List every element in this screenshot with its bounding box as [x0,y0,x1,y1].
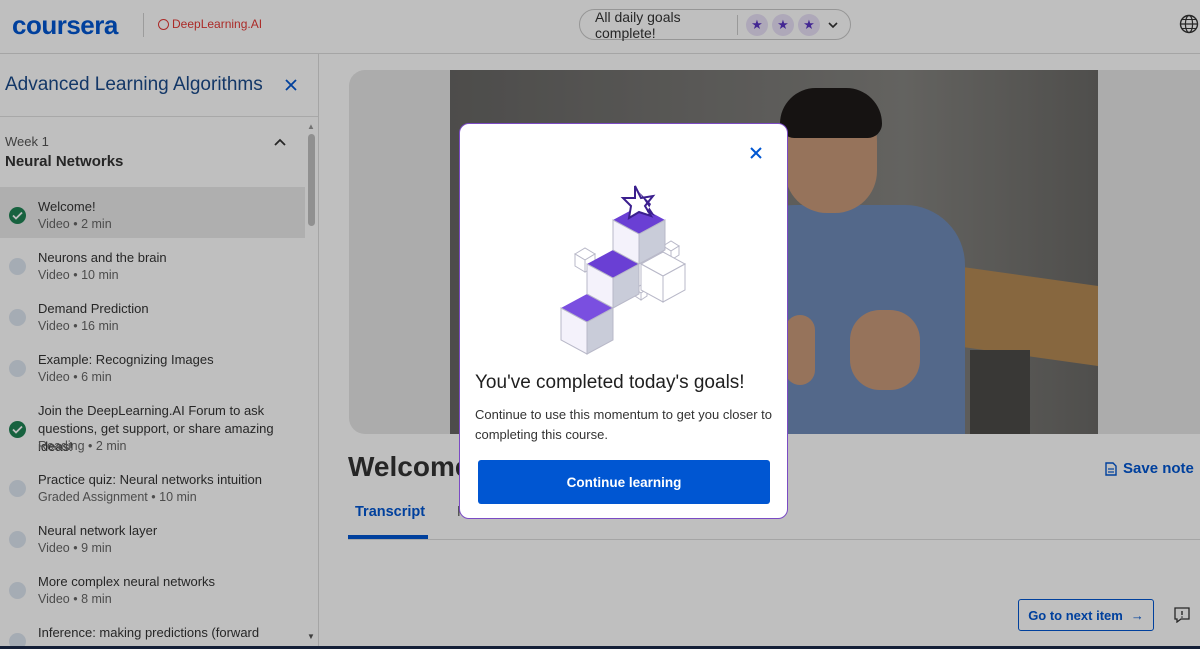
dialog-body: Continue to use this momentum to get you… [475,407,772,442]
close-icon[interactable] [749,146,763,160]
continue-learning-button[interactable]: Continue learning [478,460,770,504]
stacked-cubes-illustration [560,185,687,355]
goals-complete-dialog: You've completed today's goals! Continue… [459,123,788,519]
dialog-title: You've completed today's goals! [475,372,745,393]
